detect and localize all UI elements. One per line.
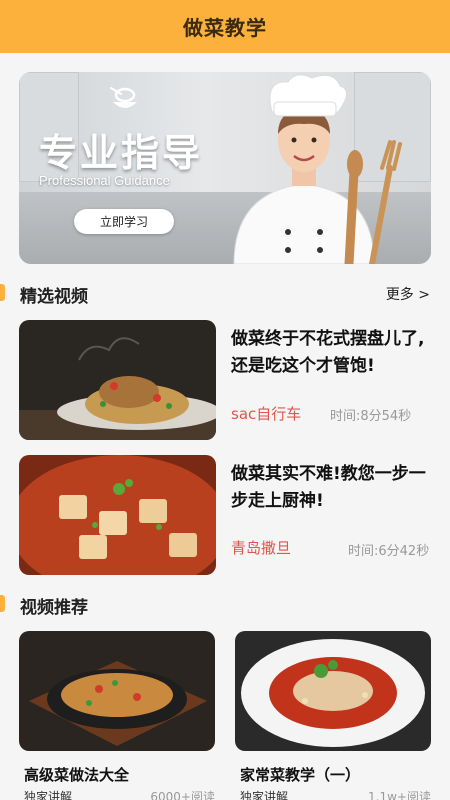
more-link[interactable]: 更多 >: [386, 284, 430, 304]
recommend-card[interactable]: 高级菜做法大全 独家讲解 6000+阅读: [19, 631, 215, 800]
dish-image-sizzling-plate: [19, 631, 215, 751]
featured-section-header: 精选视频 更多 >: [0, 281, 450, 307]
recommend-tag: 独家讲解: [240, 790, 289, 800]
recommend-title[interactable]: 高级菜做法大全: [24, 764, 129, 785]
learn-now-button[interactable]: 立即学习: [74, 209, 174, 234]
dish-image-shredded-pork: [235, 631, 431, 751]
video-thumbnail[interactable]: [19, 455, 216, 575]
recommend-thumbnail[interactable]: [235, 631, 431, 751]
banner-subline: Professional Guidance: [39, 173, 170, 188]
video-author: 青岛撒旦: [231, 539, 292, 557]
video-duration: 时间:6分42秒: [348, 544, 430, 559]
featured-video-card[interactable]: 做菜终于不花式摆盘儿了,还是吃这个才管饱! sac自行车 时间:8分54秒: [19, 320, 431, 440]
video-duration: 时间:8分54秒: [330, 409, 412, 424]
recommend-views: 6000+阅读: [150, 790, 215, 800]
video-thumbnail[interactable]: [19, 320, 216, 440]
recommend-card[interactable]: 家常菜教学（一） 独家讲解 1.1w+阅读: [235, 631, 431, 800]
recommend-section-title: 视频推荐: [20, 598, 88, 618]
recommend-thumbnail[interactable]: [19, 631, 215, 751]
featured-section-title: 精选视频: [20, 287, 88, 307]
dish-image-mapo-tofu: [19, 455, 216, 575]
recommend-section-header: 视频推荐: [0, 592, 450, 618]
recommend-title[interactable]: 家常菜教学（一）: [240, 764, 360, 785]
top-bar: 做菜教学: [0, 0, 450, 53]
video-author: sac自行车: [231, 405, 302, 423]
section-accent-bar: [0, 284, 5, 301]
featured-video-card[interactable]: 做菜其实不难!教您一步一步走上厨神! 青岛撒旦 时间:6分42秒: [19, 455, 431, 575]
video-title[interactable]: 做菜终于不花式摆盘儿了,还是吃这个才管饱!: [231, 326, 431, 380]
chef-illustration: [233, 74, 402, 264]
page-title: 做菜教学: [183, 16, 267, 40]
recommend-views: 1.1w+阅读: [368, 790, 431, 800]
banner-headline: 专业指导: [39, 131, 204, 175]
chef-hat-logo-icon: [110, 87, 137, 108]
recommend-tag: 独家讲解: [24, 790, 73, 800]
hero-banner[interactable]: 专业指导 Professional Guidance 立即学习: [19, 72, 431, 264]
section-accent-bar: [0, 595, 5, 612]
dish-image-tofu-stirfry: [19, 320, 216, 440]
video-title[interactable]: 做菜其实不难!教您一步一步走上厨神!: [231, 461, 431, 515]
